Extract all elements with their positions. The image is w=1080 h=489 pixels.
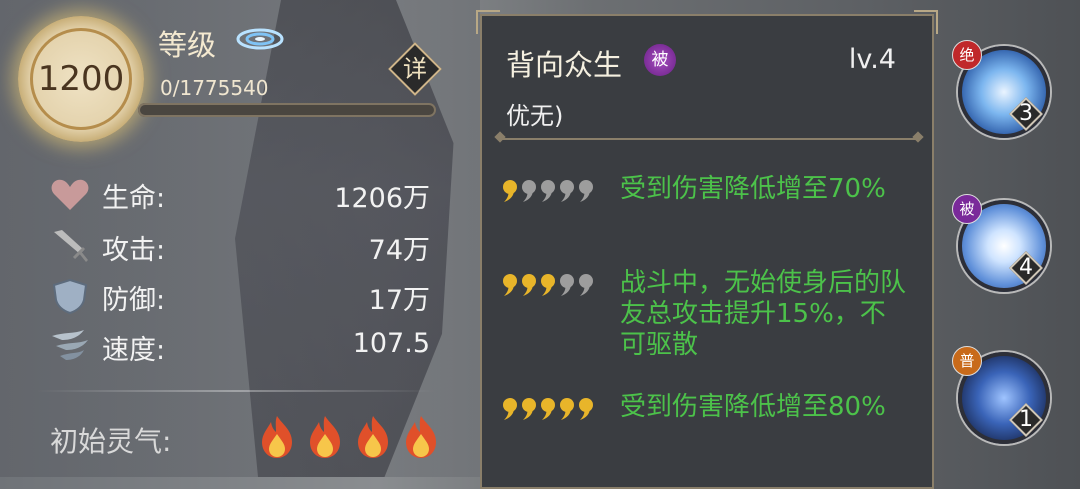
pip-empty-icon — [538, 178, 556, 204]
flame-icon — [306, 414, 344, 460]
skill-slot-passive[interactable]: 被 4 — [952, 194, 1050, 292]
detail-label: 详 — [403, 55, 427, 83]
pip-filled-icon — [500, 178, 518, 204]
sword-icon — [54, 230, 88, 262]
stat-row-speed: 速度: 107.5 — [50, 326, 430, 366]
tier-text: 战斗中，无始使身后的队友总攻击提升15%，不可驱散 — [620, 268, 907, 360]
skill-tag-normal: 普 — [952, 346, 982, 376]
stat-label-hp: 生命: — [102, 183, 166, 214]
heart-icon — [51, 179, 89, 210]
pip-filled-icon — [519, 396, 537, 422]
skill-level-badge: 4 — [1009, 251, 1043, 285]
skill-name: 背向众生 — [506, 48, 623, 82]
skill-tooltip: 背向众生 被 lv.4 优无) 受到伤害降低增至70% 战斗中，无始使身后的队友… — [476, 10, 938, 489]
skill-tag-passive: 被 — [952, 194, 982, 224]
pip-empty-icon — [557, 272, 575, 298]
pip-filled-icon — [500, 396, 518, 422]
pip-empty-icon — [576, 272, 594, 298]
aura-label: 初始灵气: — [50, 425, 172, 458]
pip-filled-icon — [500, 272, 518, 298]
shield-icon — [52, 278, 88, 314]
skill-slot-normal[interactable]: 普 1 — [952, 346, 1050, 444]
stat-label-defense: 防御: — [102, 285, 166, 316]
flame-icon — [258, 414, 296, 460]
wind-icon — [52, 330, 88, 360]
skill-slot-ultimate[interactable]: 绝 3 — [952, 40, 1050, 138]
stat-value-speed: 107.5 — [352, 328, 430, 359]
flame-icon — [354, 414, 392, 460]
skill-owner: 优无) — [506, 102, 564, 130]
divider — [36, 390, 436, 392]
stat-row-defense: 防御: 17万 — [50, 276, 430, 316]
exp-bar — [138, 103, 436, 117]
swirl-icon — [236, 28, 284, 50]
pip-empty-icon — [557, 178, 575, 204]
stat-value-defense: 17万 — [368, 285, 430, 316]
stat-label-speed: 速度: — [102, 335, 166, 366]
pip-filled-icon — [538, 396, 556, 422]
skill-level-badge: 1 — [1009, 403, 1043, 437]
skill-tag-ultimate: 绝 — [952, 40, 982, 70]
skill-level-badge: 3 — [1009, 97, 1043, 131]
pip-empty-icon — [576, 178, 594, 204]
tier-text: 受到伤害降低增至80% — [620, 392, 886, 422]
star-pips — [500, 396, 595, 426]
pip-filled-icon — [576, 396, 594, 422]
pip-filled-icon — [557, 396, 575, 422]
pip-filled-icon — [519, 272, 537, 298]
level-value: 1200 — [37, 59, 125, 99]
stats-panel: 1200 等级 0/1775540 详 生命: 1206万 攻击: 74万 防御 — [0, 0, 480, 477]
pip-empty-icon — [519, 178, 537, 204]
star-pips — [500, 272, 595, 302]
level-label: 等级 — [158, 28, 217, 62]
tier-text: 受到伤害降低增至70% — [620, 174, 886, 204]
exp-text: 0/1775540 — [160, 76, 269, 100]
tooltip-divider — [494, 131, 924, 143]
level-emblem: 1200 — [18, 16, 144, 142]
stat-label-attack: 攻击: — [102, 235, 166, 266]
stat-row-attack: 攻击: 74万 — [50, 226, 430, 266]
skill-level: lv.4 — [848, 44, 896, 75]
stat-row-hp: 生命: 1206万 — [50, 174, 430, 214]
stat-value-hp: 1206万 — [334, 183, 430, 214]
star-pips — [500, 178, 595, 208]
stat-value-attack: 74万 — [368, 235, 430, 266]
detail-button[interactable]: 详 — [388, 42, 442, 96]
passive-badge: 被 — [644, 44, 676, 76]
flame-icon — [402, 414, 440, 460]
pip-filled-icon — [538, 272, 556, 298]
